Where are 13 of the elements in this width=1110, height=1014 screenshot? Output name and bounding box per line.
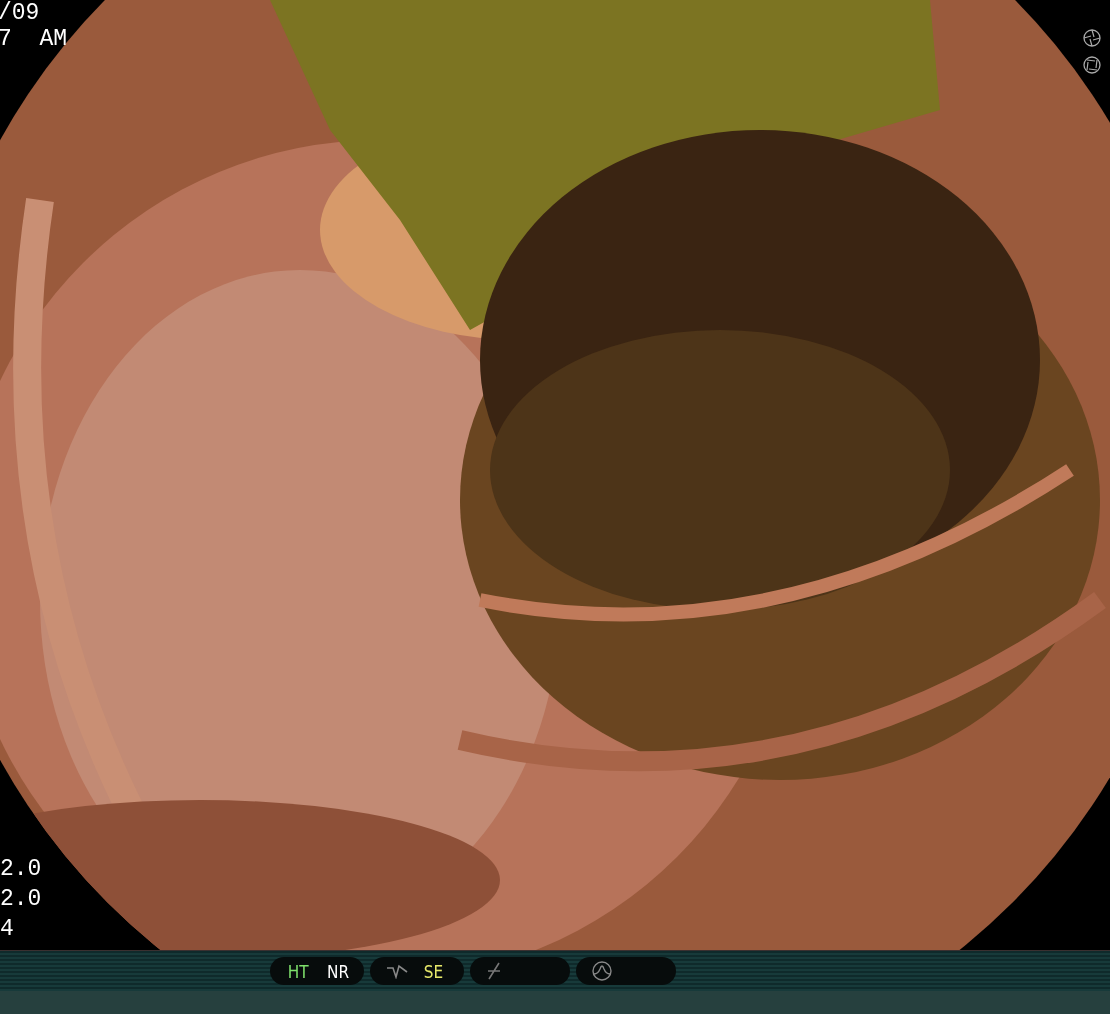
date-time-text: /09 xyxy=(0,0,41,26)
mode-label: NR xyxy=(326,960,349,982)
mode-label: HT xyxy=(287,960,309,982)
aperture-icon xyxy=(1083,29,1101,47)
slash-icon xyxy=(486,962,502,980)
setting-value: 4 xyxy=(0,916,15,942)
setting-value: 2.0 xyxy=(0,856,42,882)
peak-icon xyxy=(592,961,612,981)
date-time-text: 7 AM xyxy=(0,26,67,52)
aperture-icon xyxy=(1083,56,1101,74)
setting-value: 2.0 xyxy=(0,886,42,912)
mode-label: SE xyxy=(423,960,444,982)
curve-icon xyxy=(386,963,408,979)
